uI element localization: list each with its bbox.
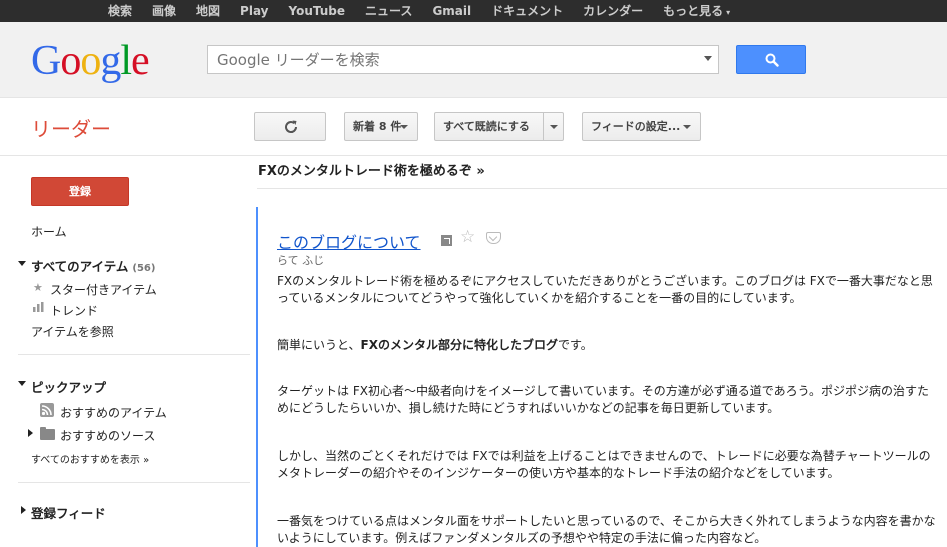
new-items-dropdown[interactable]: 新着 8 件 <box>344 112 418 141</box>
logo-letter: G <box>31 38 61 84</box>
sidebar-item-starred[interactable]: スター付きアイテム <box>50 281 157 298</box>
chevron-down-icon <box>683 125 691 129</box>
mark-all-read-options[interactable] <box>543 113 563 140</box>
entry-paragraph: ターゲットは FX初心者〜中級者向けをイメージして書いています。その方達が必ず通… <box>277 384 929 415</box>
top-nav-news[interactable]: ニュース <box>365 0 412 24</box>
rss-icon <box>40 403 54 417</box>
top-nav-more[interactable]: もっと見る ▾ <box>663 0 730 24</box>
view-all-recommendations-link[interactable]: すべてのおすすめを表示 » <box>31 451 149 466</box>
app-bar: リーダー 新着 8 件 すべて既読にする フィードの設定... <box>0 99 947 156</box>
top-nav-search[interactable]: 検索 <box>108 0 132 24</box>
chevron-down-icon <box>400 125 408 129</box>
feed-settings-label: フィードの設定... <box>591 120 681 133</box>
sidebar-item-trends[interactable]: トレンド <box>50 302 98 319</box>
entry-text: 簡単にいうと、 <box>277 338 361 352</box>
top-nav-more-label: もっと見る <box>663 4 724 18</box>
entry-card[interactable]: このブログについて ☆ らて ふじ FXのメンタルトレード術を極めるぞにアクセス… <box>256 207 947 547</box>
top-nav-list: 検索 画像 地図 Play YouTube ニュース Gmail ドキュメント … <box>108 0 750 24</box>
expand-arrow-icon[interactable] <box>18 261 26 266</box>
top-nav-images[interactable]: 画像 <box>152 0 176 24</box>
entry-paragraph: しかし、当然のごとくそれだけでは FXでは利益を上げることはできませんので、トレ… <box>277 449 931 480</box>
refresh-button[interactable] <box>254 112 326 141</box>
stream-title[interactable]: FXのメンタルトレード術を極めるぞ » <box>257 157 947 189</box>
top-nav-maps[interactable]: 地図 <box>196 0 220 24</box>
sidebar-item-subscriptions[interactable]: 登録フィード <box>31 503 106 522</box>
mark-all-read-label: すべて既読にする <box>443 120 530 133</box>
sidebar: 登録 ホーム すべてのアイテム (56) ★ スター付きアイテム トレンド アイテ… <box>0 157 256 547</box>
app-title[interactable]: リーダー <box>31 113 111 142</box>
sidebar-item-recommended-sources[interactable]: おすすめのソース <box>60 427 155 444</box>
top-navigation-bar: 検索 画像 地図 Play YouTube ニュース Gmail ドキュメント … <box>0 0 947 22</box>
search-icon <box>765 53 779 67</box>
sidebar-item-browse[interactable]: アイテムを参照 <box>31 323 114 340</box>
expand-arrow-icon[interactable] <box>21 506 26 514</box>
refresh-icon <box>285 120 298 133</box>
external-link-icon[interactable] <box>441 235 452 246</box>
star-icon: ★ <box>33 281 43 294</box>
subscribe-button[interactable]: 登録 <box>31 177 129 206</box>
logo-letter: g <box>100 38 121 84</box>
send-to-icon[interactable] <box>486 232 501 244</box>
search-options-dropdown-icon[interactable] <box>704 56 712 61</box>
search-button[interactable] <box>736 45 806 74</box>
star-icon[interactable]: ☆ <box>460 227 475 247</box>
sidebar-item-recommended-items[interactable]: おすすめのアイテム <box>60 404 167 421</box>
sidebar-divider <box>18 354 250 355</box>
top-nav-youtube[interactable]: YouTube <box>289 0 346 24</box>
new-items-label: 新着 8 件 <box>353 120 402 133</box>
entry-paragraph: 簡単にいうと、FXのメンタル部分に特化したブログです。 <box>277 337 937 354</box>
mark-all-read-button[interactable]: すべて既読にする <box>434 112 564 141</box>
search-input[interactable] <box>208 46 688 73</box>
chevron-down-icon <box>550 125 558 129</box>
logo-letter: e <box>131 38 150 84</box>
top-nav-gmail[interactable]: Gmail <box>432 0 471 24</box>
trends-icon <box>33 302 44 315</box>
top-nav-play[interactable]: Play <box>240 0 268 24</box>
header: Google <box>0 22 947 98</box>
entry-bold-text: FXのメンタル部分に特化したブログ <box>360 338 558 352</box>
logo-letter: o <box>80 38 101 84</box>
search-box <box>207 45 719 74</box>
all-items-label: すべてのアイテム <box>31 259 129 274</box>
sidebar-item-explore[interactable]: ピックアップ <box>31 377 106 396</box>
entry-paragraph: FXのメンタルトレード術を極めるぞにアクセスしていただきありがとうございます。こ… <box>277 274 933 305</box>
folder-icon <box>40 427 55 440</box>
entry-text: です。 <box>557 338 593 352</box>
chevron-down-icon: ▾ <box>726 8 731 17</box>
sidebar-item-all-items[interactable]: すべてのアイテム (56) <box>31 256 155 275</box>
entry-title-link[interactable]: このブログについて <box>277 229 421 253</box>
logo-letter: o <box>60 38 81 84</box>
logo-letter: l <box>120 38 132 84</box>
entry-author: らて ふじ <box>277 254 325 267</box>
expand-arrow-icon[interactable] <box>28 429 33 437</box>
google-logo[interactable]: Google <box>31 38 150 84</box>
feed-settings-dropdown[interactable]: フィードの設定... <box>582 112 701 141</box>
expand-arrow-icon[interactable] <box>18 381 26 386</box>
top-nav-calendar[interactable]: カレンダー <box>583 0 643 24</box>
entry-paragraph: 一番気をつけている点はメンタル面をサポートしたいと思っているので、そこから大きく… <box>277 514 936 545</box>
sidebar-divider <box>18 482 250 483</box>
sidebar-item-home[interactable]: ホーム <box>31 223 67 240</box>
top-nav-docs[interactable]: ドキュメント <box>491 0 563 24</box>
all-items-count: (56) <box>132 263 156 274</box>
